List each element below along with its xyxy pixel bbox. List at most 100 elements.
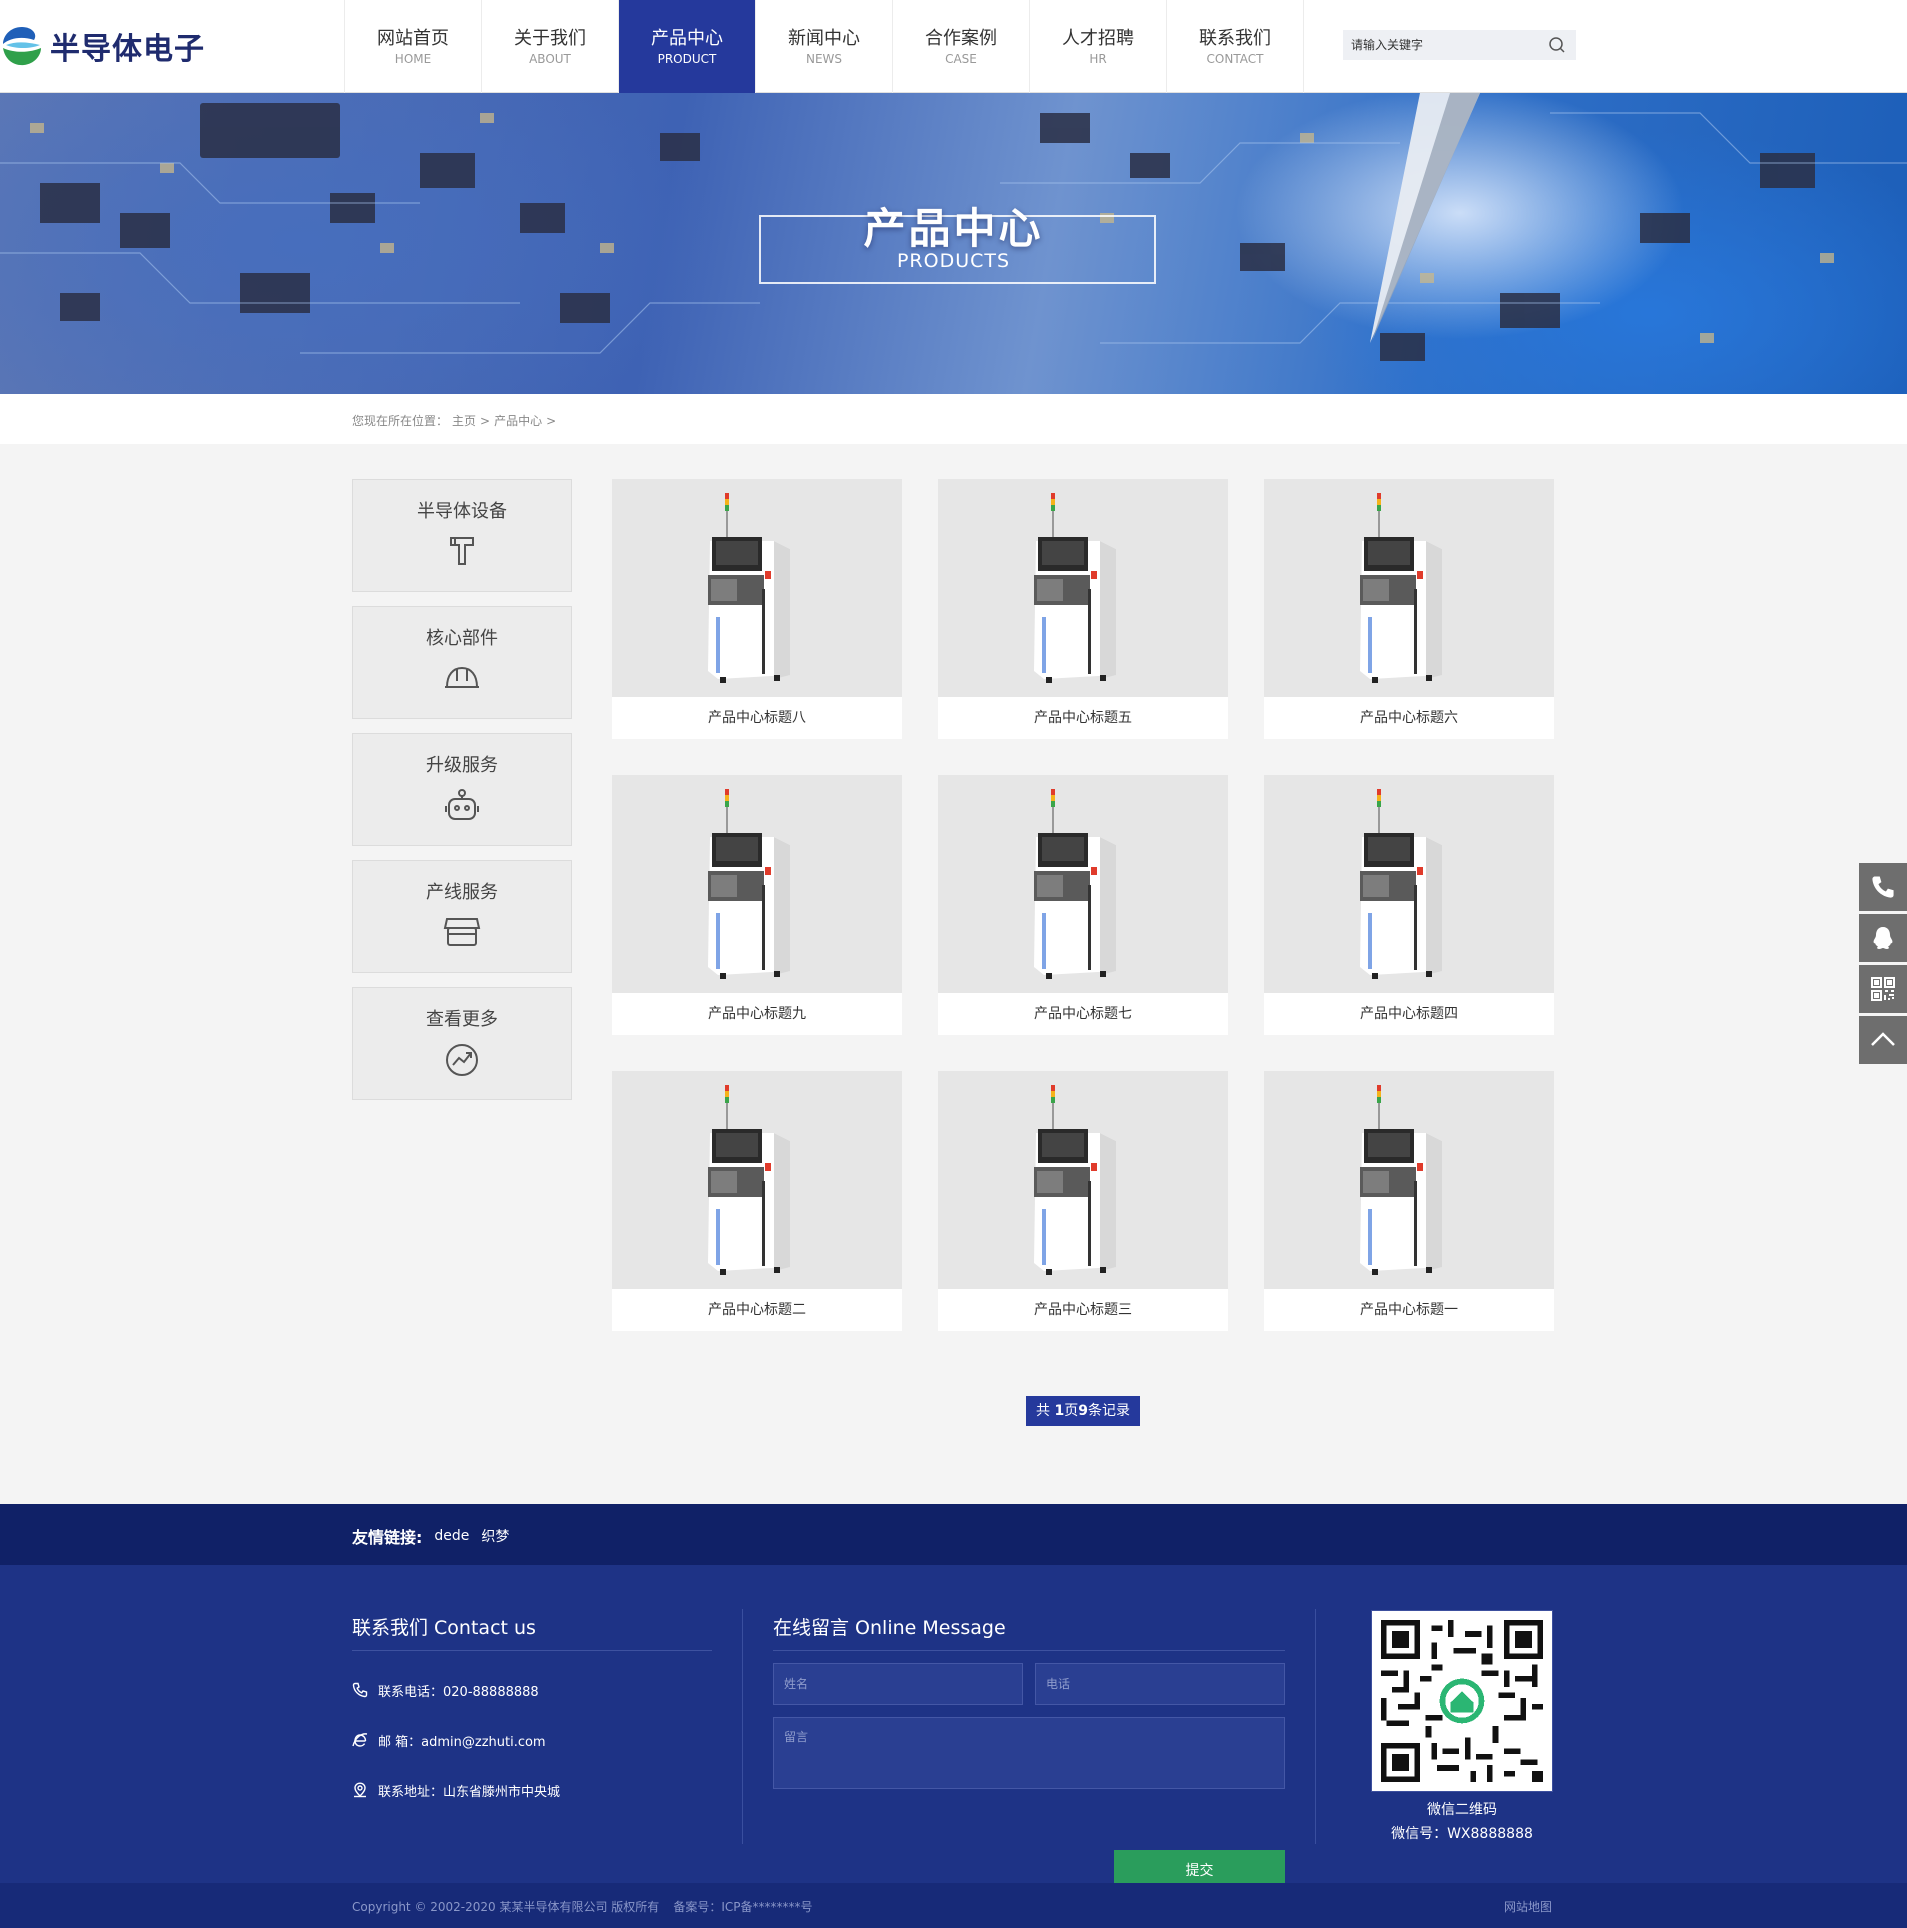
search-box [1343, 30, 1576, 60]
nav-about-label: 关于我们 [514, 27, 586, 49]
breadcrumb-current[interactable]: 产品中心 [494, 414, 542, 428]
back-to-top-button[interactable] [1859, 1016, 1907, 1064]
brand-name: 半导体电子 [50, 32, 205, 67]
float-phone-button[interactable] [1859, 863, 1907, 911]
product-title[interactable]: 产品中心标题一 [1264, 1289, 1554, 1331]
location-icon [354, 1782, 366, 1798]
product-card[interactable]: 产品中心标题二 [612, 1071, 902, 1331]
chevron-up-icon [1871, 1032, 1895, 1046]
contact-title: 联系我们 Contact us [352, 1613, 712, 1651]
product-title[interactable]: 产品中心标题四 [1264, 993, 1554, 1035]
product-card[interactable]: 产品中心标题五 [938, 479, 1228, 739]
pager-records: 9 [1078, 1403, 1088, 1419]
sidebar-item-semiconductor-equipment[interactable]: 半导体设备 [352, 479, 572, 592]
nav-product[interactable]: 产品中心 PRODUCT [619, 0, 756, 93]
nav-hr[interactable]: 人才招聘 HR [1030, 0, 1167, 93]
pager-pages: 1 [1054, 1403, 1065, 1419]
product-image [612, 1071, 902, 1289]
product-card[interactable]: 产品中心标题六 [1264, 479, 1554, 739]
contact-email: 邮 箱：admin@zzhuti.com [352, 1729, 712, 1751]
product-card[interactable]: 产品中心标题一 [1264, 1071, 1554, 1331]
wechat-qr-section: 微信二维码 微信号：WX8888888 [1371, 1610, 1553, 1846]
product-title[interactable]: 产品中心标题三 [938, 1289, 1228, 1331]
nav-home[interactable]: 网站首页 HOME [345, 0, 482, 93]
nav-contact[interactable]: 联系我们 CONTACT [1167, 0, 1304, 93]
product-image [1264, 1071, 1554, 1289]
nav-case-label: 合作案例 [925, 27, 997, 49]
friend-link[interactable]: 织梦 [481, 1526, 509, 1546]
sidebar-item-label: 核心部件 [426, 628, 498, 649]
pagination-summary: 共 1页9条记录 [1026, 1396, 1140, 1426]
sidebar-item-production-line-service[interactable]: 产线服务 [352, 860, 572, 973]
banner-subtitle: PRODUCTS [896, 250, 1011, 272]
product-card[interactable]: 产品中心标题七 [938, 775, 1228, 1035]
phone-field[interactable] [1035, 1663, 1285, 1705]
breadcrumb-home[interactable]: 主页 [452, 414, 476, 428]
message-form: 在线留言 Online Message 提交 [773, 1613, 1285, 1890]
main-nav: 网站首页 HOME 关于我们 ABOUT 产品中心 PRODUCT 新闻中心 NEWS … [344, 0, 1304, 93]
nav-contact-sublabel: CONTACT [1206, 51, 1264, 66]
copyright-bar: Copyright © 2002-2020 某某半导体有限公司 版权所有 备案号：… [0, 1883, 1907, 1928]
product-title[interactable]: 产品中心标题八 [612, 697, 902, 739]
breadcrumb-separator: > [480, 414, 491, 428]
product-title[interactable]: 产品中心标题六 [1264, 697, 1554, 739]
copyright: Copyright © 2002-2020 某某半导体有限公司 版权所有 备案号：… [352, 1898, 826, 1915]
qrcode-icon [1871, 977, 1895, 1001]
breadcrumb: 您现在所在位置： 主页 > 产品中心 > [352, 412, 560, 429]
product-grid: 产品中心标题八 产品中心标题五 产品中心标题六 产品中心标题九 产品中心标题七 … [612, 479, 1554, 1331]
product-image [1264, 479, 1554, 697]
helmet-icon [445, 666, 479, 688]
product-image [1264, 775, 1554, 993]
friend-links-bar: 友情链接: dede 织梦 [0, 1504, 1907, 1565]
pager-prefix: 共 [1036, 1403, 1055, 1419]
product-title[interactable]: 产品中心标题七 [938, 993, 1228, 1035]
sidebar-item-upgrade-service[interactable]: 升级服务 [352, 733, 572, 846]
product-image [938, 1071, 1228, 1289]
sidebar-item-label: 产线服务 [426, 882, 498, 903]
product-card[interactable]: 产品中心标题九 [612, 775, 902, 1035]
logo-mark-icon [3, 27, 41, 66]
sidebar-item-core-parts[interactable]: 核心部件 [352, 606, 572, 719]
sidebar-item-label: 半导体设备 [417, 501, 507, 522]
product-title[interactable]: 产品中心标题五 [938, 697, 1228, 739]
qr-code-image [1381, 1620, 1543, 1782]
search-input[interactable] [1343, 30, 1543, 60]
nav-product-sublabel: PRODUCT [657, 51, 717, 66]
name-field[interactable] [773, 1663, 1023, 1705]
friend-links-label: 友情链接: [352, 1528, 423, 1547]
nav-about[interactable]: 关于我们 ABOUT [482, 0, 619, 93]
site-header: 半导体电子 网站首页 HOME 关于我们 ABOUT 产品中心 PRODUCT 新闻中… [0, 0, 1907, 93]
sitemap-link[interactable]: 网站地图 [1504, 1898, 1552, 1915]
message-title: 在线留言 Online Message [773, 1613, 1285, 1651]
floating-toolbar [1859, 863, 1907, 1067]
message-field[interactable] [773, 1717, 1285, 1789]
sidebar-item-view-more[interactable]: 查看更多 [352, 987, 572, 1100]
icp-number[interactable]: 备案号：ICP备********号 [673, 1900, 812, 1914]
product-image [938, 775, 1228, 993]
copyright-text: Copyright © 2002-2020 某某半导体有限公司 版权所有 [352, 1900, 660, 1914]
phone-icon [352, 1682, 368, 1698]
contact-address-text: 联系地址：山东省滕州市中央城 [378, 1784, 561, 1800]
product-title[interactable]: 产品中心标题二 [612, 1289, 902, 1331]
pager-mid: 页 [1064, 1403, 1079, 1419]
product-image [612, 479, 902, 697]
product-card[interactable]: 产品中心标题八 [612, 479, 902, 739]
product-image [612, 775, 902, 993]
nav-contact-label: 联系我们 [1199, 27, 1271, 49]
logo[interactable]: 半导体电子 [0, 22, 205, 70]
breadcrumb-bar: 您现在所在位置： 主页 > 产品中心 > [0, 394, 1907, 444]
sidebar-item-label: 查看更多 [426, 1009, 498, 1030]
friend-link[interactable]: dede [434, 1528, 469, 1544]
float-qrcode-button[interactable] [1859, 965, 1907, 1013]
contact-email-text: 邮 箱：admin@zzhuti.com [378, 1734, 546, 1750]
nav-case[interactable]: 合作案例 CASE [893, 0, 1030, 93]
float-qq-button[interactable] [1859, 914, 1907, 962]
search-icon[interactable] [1548, 36, 1566, 54]
qq-icon [1873, 927, 1893, 949]
nav-news[interactable]: 新闻中心 NEWS [756, 0, 893, 93]
product-card[interactable]: 产品中心标题三 [938, 1071, 1228, 1331]
nav-home-label: 网站首页 [377, 27, 449, 49]
product-card[interactable]: 产品中心标题四 [1264, 775, 1554, 1035]
sidebar-item-label: 升级服务 [426, 755, 498, 776]
product-title[interactable]: 产品中心标题九 [612, 993, 902, 1035]
